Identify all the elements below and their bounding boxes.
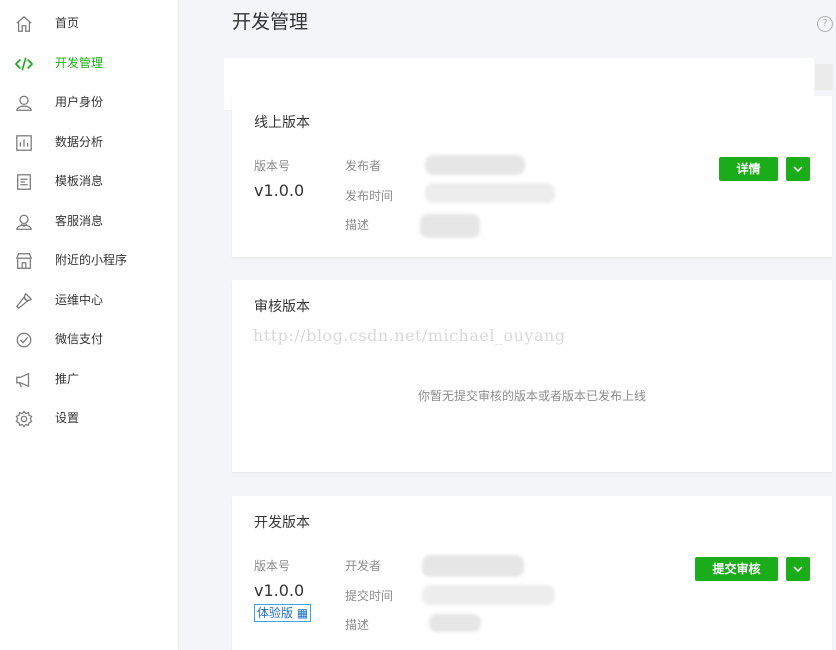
sidebar-item-data-analysis[interactable]: 数据分析 <box>0 124 178 160</box>
publish-time-label: 发布时间 <box>345 189 394 203</box>
online-version-title: 线上版本 <box>254 115 310 131</box>
home-icon <box>14 14 34 34</box>
redacted-description <box>420 214 480 238</box>
gear-icon <box>14 409 34 429</box>
review-version-card: 审核版本 你暂无提交审核的版本或者版本已发布上线 <box>232 280 832 472</box>
sidebar-item-label: 开发管理 <box>55 56 104 70</box>
sidebar-item-user-identity[interactable]: 用户身份 <box>0 84 178 120</box>
redacted-publish-time <box>425 183 555 203</box>
code-icon <box>14 54 34 74</box>
developer-label: 开发者 <box>345 559 382 573</box>
chart-icon <box>14 133 34 153</box>
sidebar-item-promotion[interactable]: 推广 <box>0 361 178 397</box>
version-number: v1.0.0 <box>254 181 305 200</box>
description-label: 描述 <box>345 618 370 632</box>
sidebar-item-label: 设置 <box>55 411 80 425</box>
publisher-label: 发布者 <box>345 159 382 173</box>
dev-version-title: 开发版本 <box>254 515 310 531</box>
store-icon <box>14 251 34 271</box>
dev-version-card: 开发版本 版本号 v1.0.0 体验版 ▦ 开发者 提交时间 描述 提交审核 <box>232 496 832 650</box>
sidebar-item-label: 微信支付 <box>55 332 104 346</box>
pay-icon <box>14 330 34 350</box>
sidebar-item-label: 附近的小程序 <box>55 253 128 267</box>
sidebar-item-customer-service[interactable]: 客服消息 <box>0 203 178 239</box>
support-icon <box>14 212 34 232</box>
submit-review-button[interactable]: 提交审核 <box>695 557 778 581</box>
redacted-block <box>815 64 833 90</box>
redacted-publisher <box>425 155 525 175</box>
help-icon[interactable]: ? <box>817 16 833 32</box>
megaphone-icon <box>14 370 34 390</box>
sidebar-item-label: 用户身份 <box>55 95 104 109</box>
sidebar-item-label: 首页 <box>55 16 80 30</box>
trial-version-link[interactable]: 体验版 ▦ <box>254 604 312 622</box>
redacted-developer <box>422 555 524 577</box>
sidebar-item-label: 模板消息 <box>55 174 104 188</box>
version-number-label: 版本号 <box>254 559 291 573</box>
detail-button[interactable]: 详情 <box>719 157 778 181</box>
sidebar-item-wechat-pay[interactable]: 微信支付 <box>0 321 178 357</box>
review-version-title: 审核版本 <box>254 299 310 315</box>
sidebar-item-label: 客服消息 <box>55 214 104 228</box>
sidebar-item-ops-center[interactable]: 运维中心 <box>0 282 178 318</box>
sidebar-item-settings[interactable]: 设置 <box>0 400 178 436</box>
sidebar-item-label: 推广 <box>55 372 80 386</box>
sidebar-item-dev-management[interactable]: 开发管理 <box>0 45 178 81</box>
review-empty-message: 你暂无提交审核的版本或者版本已发布上线 <box>417 389 646 403</box>
page-title: 开发管理 <box>232 11 309 33</box>
chevron-down-icon <box>793 566 803 573</box>
sidebar-item-label: 数据分析 <box>55 135 104 149</box>
version-number-label: 版本号 <box>254 159 291 173</box>
watermark-text: http://blog.csdn.net/michael_ouyang <box>253 326 566 345</box>
dev-version-more-button[interactable] <box>786 557 810 581</box>
sidebar-item-template-message[interactable]: 模板消息 <box>0 163 178 199</box>
user-icon <box>14 93 34 113</box>
redacted-submit-time <box>422 585 555 605</box>
wrench-icon <box>14 291 34 311</box>
description-label: 描述 <box>345 218 370 232</box>
online-version-card: 线上版本 版本号 v1.0.0 发布者 发布时间 描述 详情 <box>232 96 832 257</box>
sidebar-item-label: 运维中心 <box>55 293 104 307</box>
sidebar-item-nearby-miniprogram[interactable]: 附近的小程序 <box>0 242 178 278</box>
submit-time-label: 提交时间 <box>345 589 394 603</box>
chevron-down-icon <box>793 166 803 173</box>
online-version-more-button[interactable] <box>786 157 810 181</box>
version-number: v1.0.0 <box>254 581 305 600</box>
sidebar-item-home[interactable]: 首页 <box>0 5 178 41</box>
template-icon <box>14 172 34 192</box>
sidebar: 首页 开发管理 用户身份 数据分析 模板消息 客服消息 附近的小程序 运维中心 … <box>0 0 179 650</box>
redacted-description <box>429 614 481 632</box>
